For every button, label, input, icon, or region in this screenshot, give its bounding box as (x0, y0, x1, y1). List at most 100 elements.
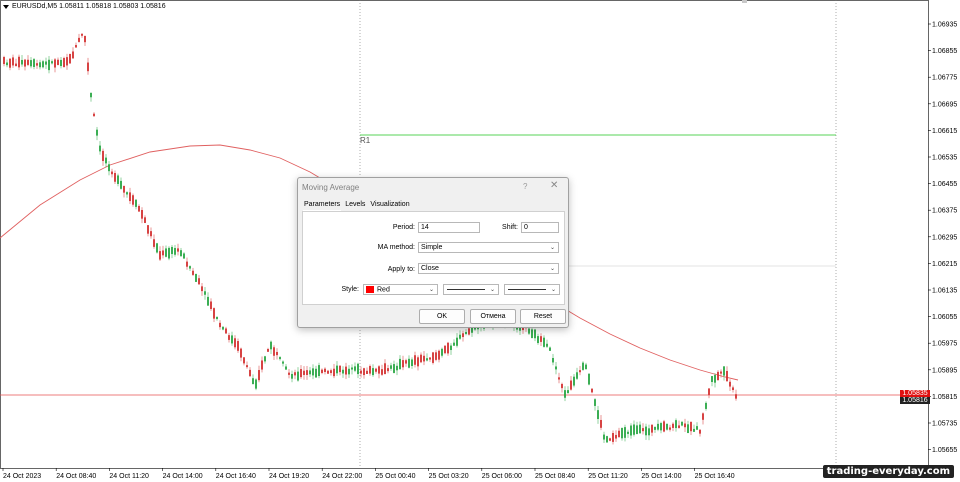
candle-body (342, 369, 344, 374)
shift-label: Shift: (502, 224, 518, 231)
candle-body (303, 370, 305, 375)
candle-body (387, 368, 389, 372)
scroll-marker (742, 0, 747, 3)
candle-body (39, 62, 41, 68)
candle-body (6, 62, 8, 66)
chevron-down-icon: ⌄ (489, 287, 495, 293)
tab-levels[interactable]: Levels (344, 200, 366, 211)
candle-body (588, 373, 590, 385)
candle-body (63, 58, 65, 68)
candle-body (123, 185, 125, 193)
candle-body (72, 51, 74, 59)
candle-body (279, 357, 281, 360)
candle-body (87, 62, 89, 72)
candle-body (360, 370, 362, 374)
color-select[interactable]: Red ⌄ (363, 284, 438, 295)
candle-body (297, 371, 299, 381)
period-input[interactable]: 14 (418, 222, 480, 233)
candle-body (351, 367, 353, 370)
candle-body (684, 423, 686, 428)
candle-body (645, 426, 647, 436)
candle-body (621, 427, 623, 439)
apply-to-label: Apply to: (387, 266, 415, 273)
line-width-select[interactable]: ⌄ (504, 284, 560, 295)
candle-body (375, 368, 377, 372)
candle-body (171, 246, 173, 255)
candle-body (345, 366, 347, 375)
candle-body (603, 434, 605, 440)
candle-body (708, 388, 710, 395)
cancel-button[interactable]: Отмена (470, 309, 516, 324)
color-value: Red (377, 286, 390, 294)
candle-body (96, 129, 98, 136)
shift-input[interactable]: 0 (521, 222, 559, 233)
candle-body (258, 370, 260, 381)
candle-body (537, 336, 539, 344)
help-icon[interactable]: ? (523, 182, 527, 191)
price-tick-label: 1.06855 (932, 48, 957, 55)
candle-body (615, 434, 617, 439)
price-tick-label: 1.06375 (932, 208, 957, 215)
parameters-panel: Period: 14 Shift: 0 MA method: Simple ⌄ … (302, 211, 565, 305)
candle-body (207, 296, 209, 306)
tab-parameters[interactable]: Parameters (303, 200, 342, 211)
candle-body (102, 150, 104, 162)
level-label: R1 (360, 136, 371, 145)
candle-body (12, 57, 14, 66)
apply-to-select[interactable]: Close ⌄ (418, 263, 559, 274)
candle-body (399, 358, 401, 370)
candle-body (240, 348, 242, 358)
candle-body (327, 370, 329, 374)
candle-body (432, 352, 434, 363)
candle-body (600, 419, 602, 428)
price-tick-label: 1.05975 (932, 341, 957, 348)
reset-button[interactable]: Reset (520, 309, 566, 324)
candle-body (378, 366, 380, 374)
chevron-down-icon: ⌄ (549, 245, 555, 251)
close-icon[interactable]: ✕ (550, 180, 558, 191)
symbol-menu-icon[interactable] (3, 4, 9, 9)
candle-body (210, 301, 212, 310)
candle-body (108, 164, 110, 172)
candle-body (627, 431, 629, 434)
candle-body (120, 180, 122, 189)
candle-body (201, 286, 203, 292)
ma-method-select[interactable]: Simple ⌄ (418, 242, 559, 253)
ok-button[interactable]: OK (419, 309, 465, 324)
candle-body (54, 59, 56, 68)
candle-body (429, 357, 431, 360)
candle-body (315, 368, 317, 378)
candle-body (9, 58, 11, 68)
candle-body (111, 171, 113, 175)
candle-body (93, 113, 95, 117)
time-tick-label: 25 Oct 00:40 (375, 473, 415, 480)
dialog-title: Moving Average (302, 183, 360, 192)
candle-body (156, 243, 158, 253)
candle-body (66, 57, 68, 66)
candle-body (369, 366, 371, 374)
candle-body (141, 209, 143, 219)
color-swatch (366, 286, 374, 293)
candle-body (177, 248, 179, 252)
candle-body (528, 328, 530, 334)
candle-body (405, 360, 407, 364)
candle-body (456, 337, 458, 346)
candle-body (105, 157, 107, 164)
line-style-select[interactable]: ⌄ (443, 284, 499, 295)
time-tick-label: 25 Oct 14:00 (641, 473, 681, 480)
time-tick-label: 24 Oct 11:20 (109, 473, 149, 480)
candle-body (18, 56, 20, 68)
ma-method-label: MA method: (377, 244, 415, 251)
candle-body (135, 199, 137, 207)
price-tick-label: 1.05655 (932, 447, 957, 454)
chevron-down-icon: ⌄ (549, 266, 555, 272)
candle-body (693, 428, 695, 432)
candle-body (726, 370, 728, 382)
terminal-window: { "symbol": {"text": "EURUSDd,M5 1.05811… (0, 0, 960, 482)
candle-body (660, 423, 662, 431)
tab-visualization[interactable]: Visualization (369, 200, 410, 211)
candle-body (597, 410, 599, 420)
time-tick-label: 25 Oct 16:40 (695, 473, 735, 480)
candle-body (3, 57, 5, 65)
candle-body (699, 429, 701, 434)
